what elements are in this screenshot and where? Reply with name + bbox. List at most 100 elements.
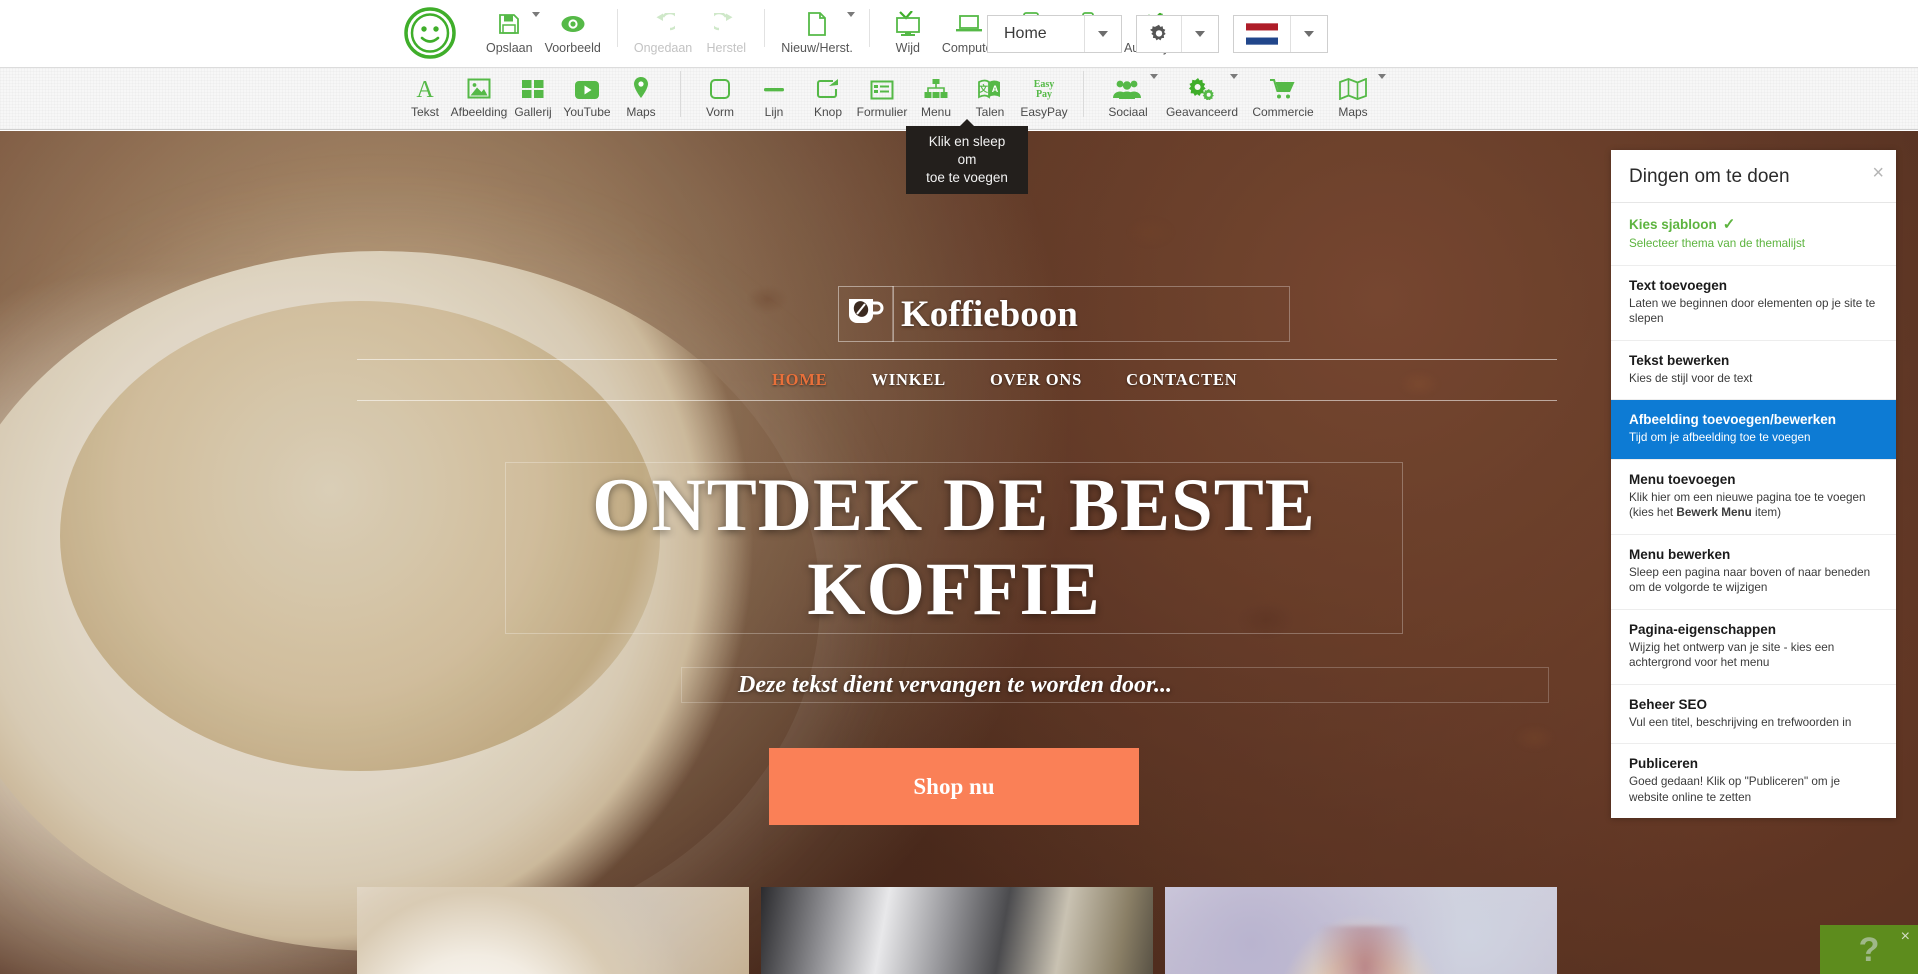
todo-item-kies-sjabloon[interactable]: Kies sjabloon ✓ Selecteer thema van de th…: [1611, 203, 1896, 266]
hero-headline: ONTDEK DE BESTE KOFFIE: [592, 464, 1316, 631]
sitemap-icon: [923, 74, 949, 100]
chevron-down-icon: [1304, 31, 1314, 37]
save-button[interactable]: Opslaan: [480, 5, 540, 55]
element-image[interactable]: Afbeelding: [451, 68, 507, 119]
element-maps-2[interactable]: Maps: [1322, 68, 1386, 119]
element-languages[interactable]: A文 Talen: [963, 68, 1017, 119]
element-menu[interactable]: Menu: [909, 68, 963, 119]
element-maps-1-label: Maps: [626, 105, 656, 119]
element-gallery[interactable]: Gallerij: [506, 68, 560, 119]
todo-item-beheer-seo[interactable]: Beheer SEO Vul een titel, beschrijving e…: [1611, 685, 1896, 744]
site-navbar[interactable]: HOME WINKEL OVER ONS CONTACTEN: [357, 359, 1557, 401]
nav-item-over-ons[interactable]: OVER ONS: [990, 370, 1082, 390]
undo-button[interactable]: Ongedaan: [628, 5, 698, 55]
horizontal-line-icon: [762, 74, 786, 100]
language-selector[interactable]: [1233, 15, 1328, 53]
chevron-down-icon[interactable]: [1230, 74, 1238, 79]
laptop-icon: [955, 9, 983, 39]
chevron-down-icon[interactable]: [1150, 74, 1158, 79]
todo-item-title: Publiceren: [1629, 756, 1699, 771]
element-text[interactable]: A Tekst: [398, 68, 452, 119]
todo-item-desc: Kies de stijl voor de text: [1629, 371, 1753, 385]
todo-item-publiceren[interactable]: Publiceren Goed gedaan! Klik op "Publice…: [1611, 744, 1896, 818]
todo-item-title: Afbeelding toevoegen/bewerken: [1629, 412, 1837, 427]
element-advanced[interactable]: Geavanceerd: [1160, 68, 1244, 119]
view-wide-button[interactable]: Wijd: [880, 5, 936, 55]
todo-item-menu-toevoegen[interactable]: Menu toevoegen Klik hier om een nieuwe p…: [1611, 460, 1896, 535]
shop-now-button[interactable]: Shop nu: [769, 748, 1139, 825]
element-commerce[interactable]: Commercie: [1244, 68, 1322, 119]
element-easypay[interactable]: Easy Pay EasyPay: [1017, 68, 1071, 119]
site-logo[interactable]: [838, 286, 894, 342]
nav-item-contacten[interactable]: CONTACTEN: [1126, 370, 1237, 390]
svg-text:A: A: [416, 77, 434, 100]
nav-item-winkel[interactable]: WINKEL: [871, 370, 945, 390]
coffee-cup-bean-icon: [846, 295, 886, 334]
todo-item-text-toevoegen[interactable]: Text toevoegen Laten we beginnen door el…: [1611, 266, 1896, 341]
element-shape[interactable]: Vorm: [693, 68, 747, 119]
photo-latte-art[interactable]: [357, 887, 749, 974]
todo-item-title: Text toevoegen: [1629, 277, 1728, 293]
redo-label: Herstel: [706, 40, 747, 55]
elements-toolbar: A Tekst Afbeelding Gallerij YouTube Maps…: [0, 68, 1918, 130]
todo-item-menu-bewerken[interactable]: Menu bewerken Sleep een pagina naar bove…: [1611, 535, 1896, 610]
toolbar-divider: [680, 71, 681, 117]
element-line[interactable]: Lijn: [747, 68, 801, 119]
svg-text:文: 文: [978, 83, 989, 94]
element-button[interactable]: Knop: [801, 68, 855, 119]
nav-item-home[interactable]: HOME: [772, 370, 827, 390]
question-mark-icon: ?: [1858, 930, 1880, 969]
todo-item-tekst-bewerken[interactable]: Tekst bewerken Kies de stijl voor de tex…: [1611, 341, 1896, 400]
preview-button[interactable]: Voorbeeld: [539, 5, 607, 55]
element-commerce-label: Commercie: [1252, 105, 1314, 119]
toolbar-divider: [616, 8, 618, 47]
todo-item-afbeelding-toevoegen[interactable]: Afbeelding toevoegen/bewerken Tijd om je…: [1611, 400, 1896, 460]
close-icon[interactable]: ×: [1872, 163, 1884, 183]
todo-item-pagina-eigenschappen[interactable]: Pagina-eigenschappen Wijzig het ontwerp …: [1611, 610, 1896, 685]
people-group-icon: [1112, 74, 1144, 100]
language-chevron[interactable]: [1291, 16, 1327, 52]
drag-tooltip: Klik en sleep om toe te voegen: [906, 119, 1028, 194]
check-icon: ✓: [1722, 216, 1736, 233]
dutch-flag-icon[interactable]: [1234, 16, 1290, 52]
element-menu-label: Menu: [920, 105, 952, 119]
todo-item-desc: Tijd om je afbeelding toe te voegen: [1629, 431, 1811, 444]
new-reset-button[interactable]: Nieuw/Herst.: [775, 5, 859, 55]
photo-whipped-cream[interactable]: [1165, 887, 1557, 974]
settings-control[interactable]: [1136, 15, 1219, 53]
chevron-down-icon: [1098, 31, 1108, 37]
smiley-logo-icon[interactable]: [404, 7, 456, 59]
element-maps-1[interactable]: Maps: [614, 68, 668, 119]
element-youtube[interactable]: YouTube: [560, 68, 614, 119]
element-shape-label: Vorm: [705, 105, 734, 119]
shopping-cart-icon: [1269, 74, 1297, 100]
form-list-icon: [870, 74, 894, 100]
new-page-icon: [807, 9, 827, 39]
redo-button[interactable]: Herstel: [698, 5, 754, 55]
chevron-down-icon[interactable]: [1378, 74, 1386, 79]
site-title-block[interactable]: Koffieboon: [892, 286, 1290, 342]
todo-item-desc: Selecteer thema van de themalijst: [1629, 237, 1806, 250]
chevron-down-icon[interactable]: [846, 11, 855, 17]
hero-subtitle-block[interactable]: Deze tekst dient vervangen te worden doo…: [681, 667, 1549, 703]
help-widget[interactable]: ? ×: [1820, 925, 1918, 974]
todo-title-text: Kies sjabloon: [1629, 217, 1717, 232]
youtube-play-icon: [574, 74, 600, 100]
close-icon[interactable]: ×: [1901, 929, 1910, 945]
hero-headline-block[interactable]: ONTDEK DE BESTE KOFFIE: [505, 462, 1403, 634]
element-social[interactable]: Sociaal: [1096, 68, 1160, 119]
photo-strip: [357, 887, 1557, 974]
gear-icon[interactable]: [1137, 16, 1181, 52]
page-selector[interactable]: Home: [987, 15, 1122, 53]
app-root: Opslaan Voorbeeld Ongedaan Herstel Nieuw…: [0, 0, 1918, 974]
element-easypay-label: EasyPay: [1020, 105, 1068, 119]
redo-arrow-icon: [714, 9, 738, 39]
preview-label: Voorbeeld: [544, 40, 601, 55]
photo-espresso-machine[interactable]: [761, 887, 1153, 974]
gears-icon: [1188, 74, 1216, 100]
todo-item-desc: Goed gedaan! Klik op "Publiceren" om je …: [1629, 775, 1841, 804]
element-form[interactable]: Formulier: [855, 68, 909, 119]
settings-chevron[interactable]: [1182, 16, 1218, 52]
page-selector-chevron[interactable]: [1085, 16, 1121, 52]
todo-desc-part2: item): [1751, 506, 1781, 519]
